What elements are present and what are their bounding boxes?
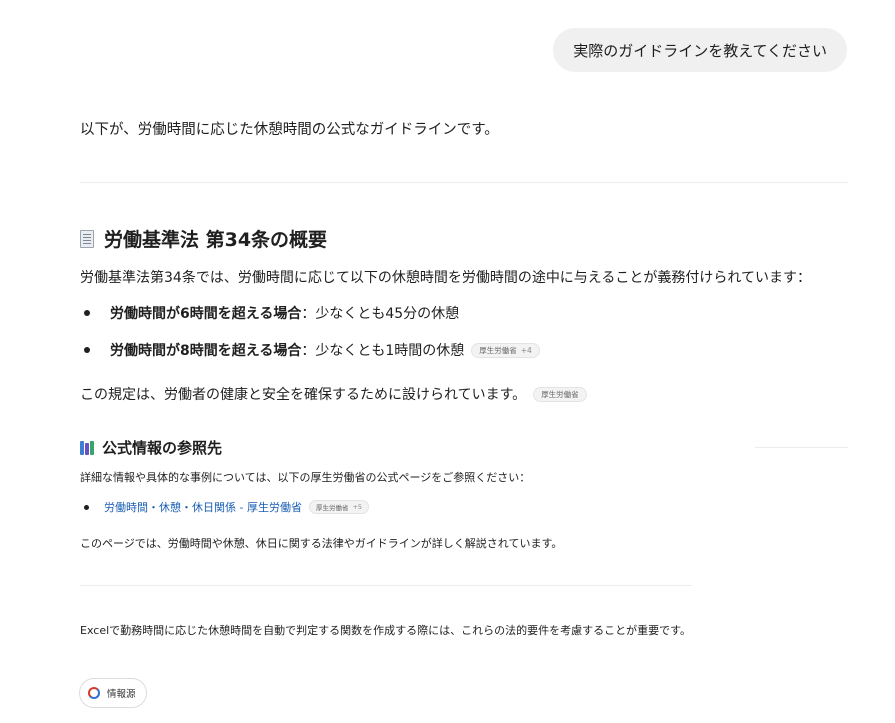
references-intro: 詳細な情報や具体的な事例については、以下の厚生労働省の公式ページをご参照ください… <box>80 471 531 484</box>
citation-chip[interactable]: 厚生労働省 +4 <box>471 342 540 358</box>
reference-link[interactable]: 労働時間・休憩・休日関係 - 厚生労働省 <box>104 499 302 515</box>
closing-paragraph: Excelで勤務時間に応じた休憩時間を自動で判定する関数を作成する際には、これら… <box>80 624 692 637</box>
list-item-bold: 労働時間が8時間を超える場合 <box>110 343 302 359</box>
bullet-dot <box>84 310 90 316</box>
list-item-text: 少なくとも45分の休憩 <box>315 306 460 322</box>
citation-chip-count: +5 <box>352 503 363 511</box>
bullet-dot <box>84 347 90 353</box>
list-item: 労働時間・休憩・休日関係 - 厚生労働省 厚生労働省 +5 <box>84 499 370 515</box>
citation-chip-label: 厚生労働省 <box>541 389 579 399</box>
document-icon <box>80 229 94 248</box>
citation-chip-label: 厚生労働省 <box>315 504 349 512</box>
sources-button-label: 情報源 <box>107 689 136 700</box>
list-item-text: 少なくとも1時間の休憩 <box>315 343 465 359</box>
section-lead: 労働基準法第34条では、労働時間に応じて以下の休憩時間を労働時間の途中に与えるこ… <box>80 270 811 286</box>
list-item: 労働時間が6時間を超える場合 ： 少なくとも45分の休憩 <box>84 303 459 323</box>
books-icon <box>80 440 94 455</box>
response-intro: 以下が、労働時間に応じた休憩時間の公式なガイドラインです。 <box>80 122 499 138</box>
divider <box>80 182 848 183</box>
divider <box>80 585 692 586</box>
list-item-sep: ： <box>301 343 316 359</box>
citation-chip[interactable]: 厚生労働省 <box>533 386 587 402</box>
citation-chip-label: 厚生労働省 <box>479 345 517 355</box>
user-message-bubble: 実際のガイドラインを教えてください <box>553 28 847 72</box>
section-heading-references: 公式情報の参照先 <box>80 437 222 458</box>
section-heading-text: 労働基準法 第34条の概要 <box>104 229 328 251</box>
citation-chip-count: +4 <box>520 345 532 355</box>
rule-text: この規定は、労働者の健康と安全を確保するために設けられています。 <box>80 387 527 403</box>
rule-paragraph: この規定は、労働者の健康と安全を確保するために設けられています。 厚生労働省 <box>80 384 587 404</box>
chat-page: 実際のガイドラインを教えてください 以下が、労働時間に応じた休憩時間の公式なガイ… <box>0 0 895 723</box>
list-item: 労働時間が8時間を超える場合 ： 少なくとも1時間の休憩 厚生労働省 +4 <box>84 340 540 360</box>
bullet-dot <box>84 504 89 510</box>
divider <box>755 447 848 448</box>
section-heading-article34: 労働基準法 第34条の概要 <box>80 225 327 252</box>
list-item-bold: 労働時間が6時間を超える場合 <box>110 306 302 322</box>
references-description: このページでは、労働時間や休憩、休日に関する法律やガイドラインが詳しく解説されて… <box>80 537 563 550</box>
citation-chip[interactable]: 厚生労働省 +5 <box>308 500 370 514</box>
sources-icon <box>88 687 100 699</box>
list-item-sep: ： <box>301 306 316 322</box>
section-heading-text: 公式情報の参照先 <box>102 439 223 457</box>
user-message-text: 実際のガイドラインを教えてください <box>573 41 827 60</box>
sources-button[interactable]: 情報源 <box>79 678 147 708</box>
